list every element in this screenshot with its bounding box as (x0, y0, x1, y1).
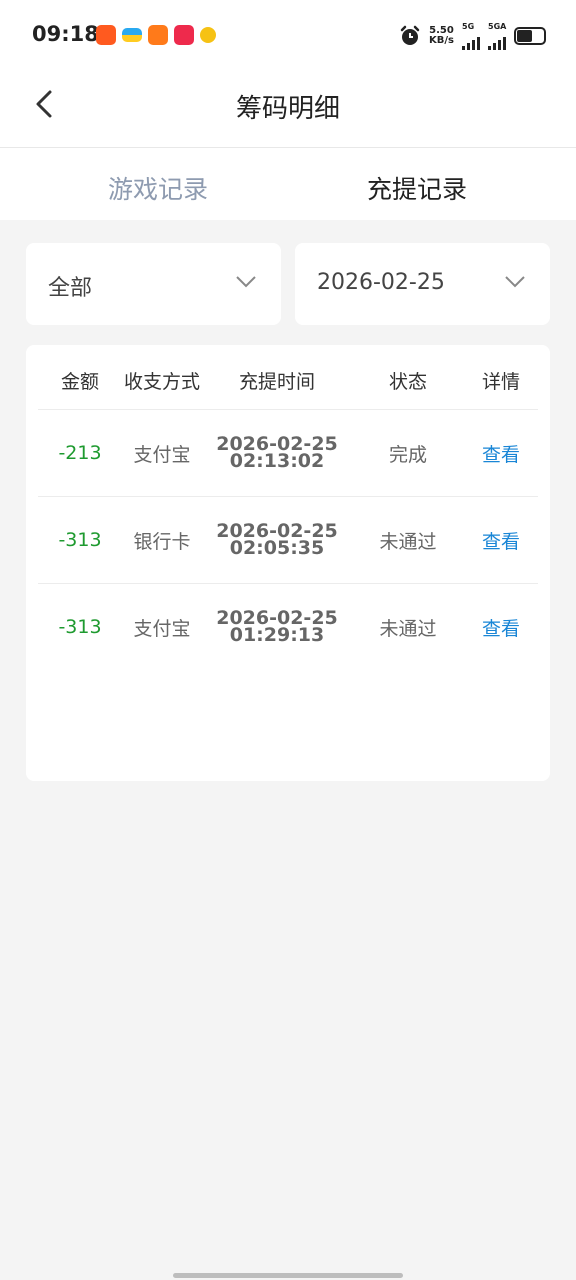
chevron-down-icon (505, 276, 525, 288)
row-amount: -313 (58, 529, 102, 551)
signal-icon-sim1: 5G (462, 22, 480, 50)
row-clock: 01:29:13 (229, 624, 325, 646)
taobao-app-icon (96, 25, 116, 45)
header-time: 充提时间 (238, 371, 316, 393)
speed-unit: KB/s (429, 35, 454, 46)
date-filter-value: 2026-02-25 (317, 270, 445, 295)
type-filter-value: 全部 (48, 276, 93, 301)
row-time: 2026-02-25 02:13:02 (216, 410, 338, 496)
shopping-app-icon (174, 25, 194, 45)
table-row: -213 支付宝 2026-02-25 02:13:02 完成 查看 (38, 409, 538, 496)
record-tabs: 游戏记录 充提记录 (0, 148, 576, 220)
row-method: 支付宝 (133, 617, 191, 640)
sim2-label: 5GA (488, 22, 507, 31)
home-indicator[interactable] (173, 1273, 403, 1278)
row-amount: -313 (58, 616, 102, 638)
game-app-icon (200, 27, 216, 43)
row-method: 银行卡 (133, 530, 191, 553)
status-bar: 09:18 5.50 KB/s 5G 5GA (0, 0, 576, 72)
row-method: 支付宝 (133, 443, 191, 466)
row-status: 完成 (388, 443, 428, 466)
header-detail: 详情 (481, 371, 521, 393)
type-filter-dropdown[interactable]: 全部 (26, 243, 281, 325)
row-status: 未通过 (379, 530, 437, 553)
status-time: 09:18 (32, 22, 99, 46)
nav-bar: 筹码明细 (0, 72, 576, 148)
row-amount: -213 (58, 442, 102, 464)
battery-icon (514, 27, 546, 45)
signal-icon-sim2: 5GA (488, 22, 506, 50)
table-header: 金额 收支方式 充提时间 状态 详情 (26, 345, 550, 410)
notification-icons (96, 25, 216, 45)
header-amount: 金额 (60, 371, 100, 393)
table-row: -313 支付宝 2026-02-25 01:29:13 未通过 查看 (38, 583, 538, 670)
page-title: 筹码明细 (235, 94, 340, 124)
tab-deposit-withdraw-records[interactable]: 充提记录 (367, 170, 467, 206)
row-time: 2026-02-25 02:05:35 (216, 497, 338, 583)
view-detail-link[interactable]: 查看 (482, 584, 520, 670)
records-table: 金额 收支方式 充提时间 状态 详情 -213 支付宝 2026-02-25 0… (26, 345, 550, 781)
table-row: -313 银行卡 2026-02-25 02:05:35 未通过 查看 (38, 496, 538, 583)
view-detail-link[interactable]: 查看 (482, 410, 520, 496)
row-clock: 02:13:02 (229, 450, 325, 472)
header-status: 状态 (388, 371, 428, 393)
header-method: 收支方式 (123, 371, 201, 393)
view-detail-link[interactable]: 查看 (482, 497, 520, 583)
network-speed: 5.50 KB/s (429, 26, 454, 46)
row-status: 未通过 (379, 617, 437, 640)
status-right: 5.50 KB/s 5G 5GA (399, 22, 546, 50)
alarm-icon (400, 25, 420, 45)
tab-game-records[interactable]: 游戏记录 (108, 170, 208, 206)
row-clock: 02:05:35 (229, 537, 325, 559)
row-time: 2026-02-25 01:29:13 (216, 584, 338, 670)
date-filter-dropdown[interactable]: 2026-02-25 (295, 243, 550, 325)
chevron-down-icon (236, 276, 256, 288)
video-app-icon (148, 25, 168, 45)
wallet-app-icon (122, 28, 142, 42)
sim1-label: 5G (462, 22, 475, 31)
